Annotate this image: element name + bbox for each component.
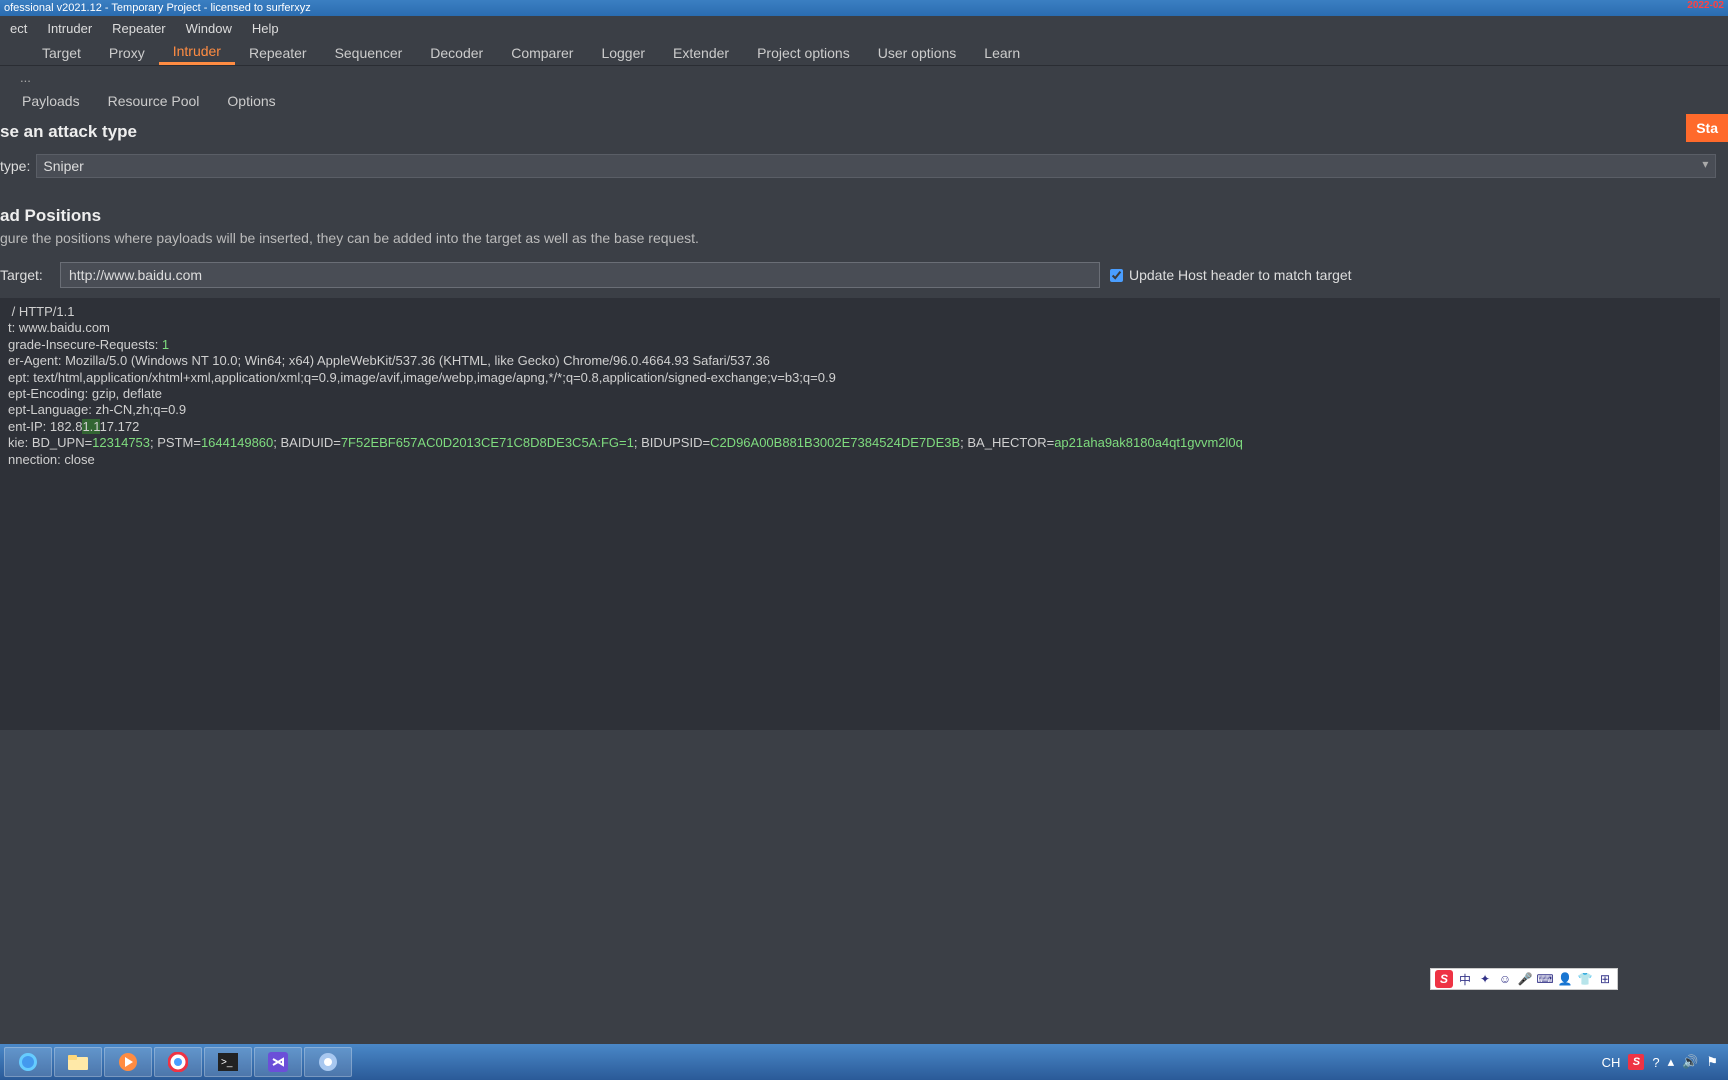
attack-type-label: type: [0,158,30,174]
sublime-icon [268,1052,288,1072]
ime-voice-icon[interactable]: 🎤 [1517,971,1533,987]
tab-payloads[interactable]: Payloads [8,88,94,114]
taskbar-chrome[interactable] [154,1047,202,1077]
content-area: se an attack type type: Sniper Sta ad Po… [0,114,1728,1044]
tab-project-options[interactable]: Project options [743,40,864,65]
request-editor[interactable]: / HTTP/1.1 t: www.baidu.com grade-Insecu… [0,298,1720,730]
ime-punct-icon[interactable]: ✦ [1477,971,1493,987]
ime-user-icon[interactable]: 👤 [1557,971,1573,987]
ime-emoji-icon[interactable]: ☺ [1497,971,1513,987]
menu-intruder[interactable]: Intruder [37,16,102,40]
tab-repeater[interactable]: Repeater [235,40,321,65]
svg-text:>_: >_ [221,1057,233,1068]
ime-lang-icon[interactable]: 中 [1457,971,1473,987]
ime-logo-icon[interactable]: S [1435,970,1453,988]
folder-icon [67,1053,89,1071]
chromium-icon [318,1052,338,1072]
system-tray: CH S ? ▴ 🔊 ⚑ [1602,1054,1724,1070]
tab-options[interactable]: Options [213,88,289,114]
tab-extender[interactable]: Extender [659,40,743,65]
attack-type-title: se an attack type [0,122,1720,142]
tab-decoder[interactable]: Decoder [416,40,497,65]
tab-dashboard[interactable] [0,40,28,65]
tray-volume-icon[interactable]: 🔊 [1682,1054,1698,1070]
tray-lang[interactable]: CH [1602,1055,1621,1070]
tab-sequencer[interactable]: Sequencer [321,40,417,65]
title-bar: ofessional v2021.12 - Temporary Project … [0,0,1728,16]
ime-keyboard-icon[interactable]: ⌨ [1537,971,1553,987]
tab-resource-pool[interactable]: Resource Pool [94,88,214,114]
intruder-inner-tabs: Payloads Resource Pool Options [0,88,1728,114]
update-host-checkbox[interactable] [1110,269,1123,282]
ime-skin-icon[interactable]: 👕 [1577,971,1593,987]
tab-comparer[interactable]: Comparer [497,40,587,65]
tray-flag-icon[interactable]: ⚑ [1706,1054,1718,1070]
date-stamp: 2022-02 [1687,0,1724,11]
update-host-label: Update Host header to match target [1129,267,1352,283]
menu-repeater[interactable]: Repeater [102,16,175,40]
chrome-icon [168,1052,188,1072]
windows-icon [18,1052,38,1072]
main-tabs: Target Proxy Intruder Repeater Sequencer… [0,40,1728,66]
ime-toolbar[interactable]: S 中 ✦ ☺ 🎤 ⌨ 👤 👕 ⊞ [1430,968,1618,990]
taskbar-start-button[interactable] [4,1047,52,1077]
menu-project[interactable]: ect [0,16,37,40]
window-title: ofessional v2021.12 - Temporary Project … [4,2,311,14]
target-label: Target: [0,267,50,283]
taskbar-explorer[interactable] [54,1047,102,1077]
menu-window[interactable]: Window [176,16,242,40]
tab-logger[interactable]: Logger [587,40,659,65]
tab-learn[interactable]: Learn [970,40,1034,65]
tray-chevron-icon[interactable]: ▴ [1668,1054,1675,1070]
positions-desc: gure the positions where payloads will b… [0,230,1720,246]
taskbar-chromium[interactable] [304,1047,352,1077]
tray-help-icon[interactable]: ? [1652,1055,1659,1070]
taskbar-terminal[interactable]: >_ [204,1047,252,1077]
start-attack-button[interactable]: Sta [1686,114,1728,142]
taskbar: >_ CH S ? ▴ 🔊 ⚑ [0,1044,1728,1080]
tab-intruder[interactable]: Intruder [159,40,235,65]
terminal-icon: >_ [218,1053,238,1071]
taskbar-sublime[interactable] [254,1047,302,1077]
tray-ime-icon[interactable]: S [1628,1054,1644,1070]
attack-type-select[interactable]: Sniper [36,154,1716,178]
tab-target[interactable]: Target [28,40,95,65]
ime-tools-icon[interactable]: ⊞ [1597,971,1613,987]
play-icon [118,1052,138,1072]
menu-bar: ect Intruder Repeater Window Help [0,16,1728,40]
positions-title: ad Positions [0,206,1720,226]
attack-tabs: ... [0,66,1728,88]
tab-proxy[interactable]: Proxy [95,40,159,65]
taskbar-media[interactable] [104,1047,152,1077]
target-input[interactable] [60,262,1100,288]
attack-tab-menu[interactable]: ... [20,70,31,85]
menu-help[interactable]: Help [242,16,289,40]
tab-user-options[interactable]: User options [864,40,971,65]
